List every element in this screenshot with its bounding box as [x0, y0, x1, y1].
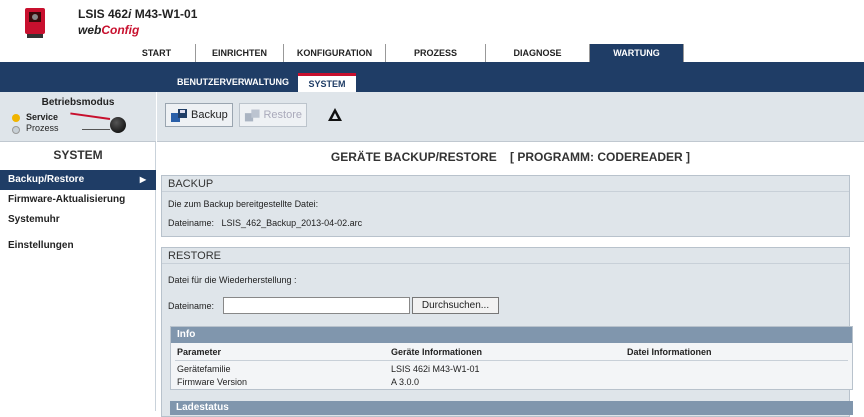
row-device-value: LSIS 462i M43-W1-01 [391, 364, 480, 374]
row-param: Gerätefamilie [177, 364, 231, 374]
main-navigation: START EINRICHTEN KONFIGURATION PROZESS D… [0, 44, 864, 64]
restore-header: RESTORE [162, 248, 849, 264]
backup-description: Die zum Backup bereitgestellte Datei: [168, 199, 319, 209]
restore-description: Datei für die Wiederherstellung : [168, 275, 297, 285]
restore-label: Restore [263, 109, 302, 121]
scanner-device-icon [25, 8, 45, 38]
ladestatus-header: Ladestatus [170, 401, 853, 415]
toolbar: Backup Restore [157, 92, 864, 142]
restore-button[interactable]: Restore [239, 103, 307, 127]
chevron-right-icon: ▶ [139, 175, 146, 184]
operating-mode-panel: Betriebsmodus Service Prozess [0, 92, 156, 142]
sidebar-item-backup-restore[interactable]: Backup/Restore ▶ [0, 170, 156, 190]
restore-filename-label: Dateiname: [168, 301, 215, 311]
browse-button[interactable]: Durchsuchen... [412, 297, 499, 314]
recycle-icon[interactable] [327, 107, 343, 123]
info-table: Info Parameter Geräte Informationen Date… [170, 326, 853, 390]
prozess-switch-line [82, 129, 110, 130]
service-switch-line [70, 112, 111, 120]
sidebar: Betriebsmodus Service Prozess SYSTEM Bac… [0, 92, 156, 411]
backup-filename-row: Dateiname: LSIS_462_Backup_2013-04-02.ar… [168, 218, 362, 228]
app-header: LSIS 462i M43-W1-01 webConfig [0, 0, 864, 44]
backup-button[interactable]: Backup [165, 103, 233, 127]
prozess-led-icon [12, 126, 20, 134]
device-name: LSIS 462i M43-W1-01 [78, 7, 198, 21]
restore-icon [244, 109, 260, 122]
main-content: GERÄTE BACKUP/RESTORE [ PROGRAMM: CODERE… [157, 142, 864, 417]
sidebar-item-systemuhr[interactable]: Systemuhr [0, 210, 156, 230]
restore-panel: RESTORE Datei für die Wiederherstellung … [161, 247, 853, 417]
sidebar-item-firmware[interactable]: Firmware-Aktualisierung [0, 190, 156, 210]
mode-switch-knob[interactable] [110, 117, 126, 133]
sub-navigation: BENUTZERVERWALTUNG SYSTEM [0, 64, 864, 92]
subtab-system[interactable]: SYSTEM [298, 73, 356, 92]
col-parameter: Parameter [177, 347, 222, 357]
sidebar-item-einstellungen[interactable]: Einstellungen [0, 236, 156, 256]
tab-start[interactable]: START [118, 44, 196, 62]
backup-panel: BACKUP Die zum Backup bereitgestellte Da… [161, 175, 850, 237]
backup-icon [171, 109, 187, 122]
divider [175, 360, 848, 361]
tab-prozess[interactable]: PROZESS [386, 44, 486, 62]
backup-header: BACKUP [162, 176, 849, 192]
backup-label: Backup [191, 109, 228, 121]
col-device-info: Geräte Informationen [391, 347, 483, 357]
restore-file-input[interactable] [223, 297, 410, 314]
subtab-benutzerverwaltung[interactable]: BENUTZERVERWALTUNG [168, 73, 298, 92]
service-label: Service [26, 112, 59, 122]
row-param: Firmware Version [177, 377, 248, 387]
col-file-info: Datei Informationen [627, 347, 712, 357]
page-title: GERÄTE BACKUP/RESTORE [ PROGRAMM: CODERE… [330, 150, 691, 164]
tab-einrichten[interactable]: EINRICHTEN [196, 44, 284, 62]
tab-diagnose[interactable]: DIAGNOSE [486, 44, 590, 62]
backup-filename-label: Dateiname: [168, 218, 215, 228]
info-header: Info [171, 327, 852, 343]
sidebar-title: SYSTEM [53, 148, 103, 162]
service-led-icon [12, 114, 20, 122]
operating-mode-title: Betriebsmodus [41, 97, 115, 108]
prozess-label: Prozess [26, 123, 59, 133]
tab-wartung[interactable]: WARTUNG [590, 44, 684, 62]
webconfig-logo: webConfig [78, 23, 140, 37]
row-device-value: A 3.0.0 [391, 377, 420, 387]
backup-filename-value: LSIS_462_Backup_2013-04-02.arc [221, 218, 363, 228]
tab-konfiguration[interactable]: KONFIGURATION [284, 44, 386, 62]
